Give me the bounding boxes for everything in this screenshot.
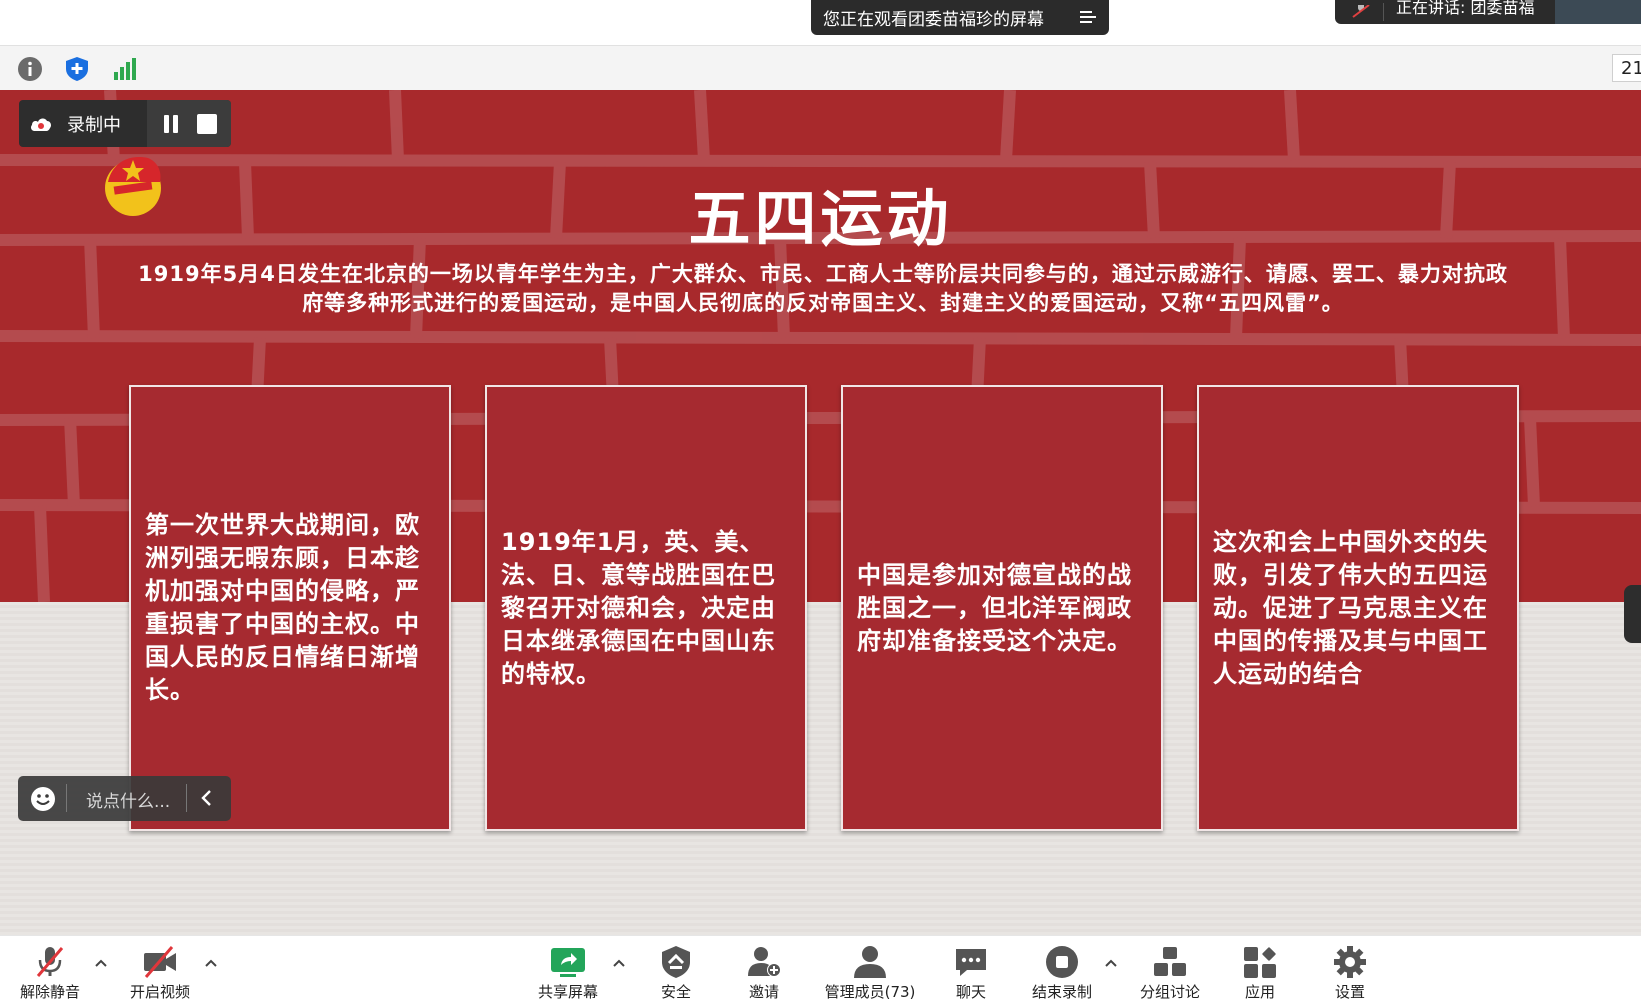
chevron-up-icon[interactable] bbox=[1104, 958, 1118, 968]
chat-button[interactable]: 聊天 bbox=[941, 936, 1001, 1002]
settings-button[interactable]: 设置 bbox=[1320, 936, 1380, 1002]
chevron-up-icon[interactable] bbox=[612, 958, 626, 968]
zoom-level[interactable]: 21 bbox=[1612, 54, 1641, 82]
chat-label: 聊天 bbox=[955, 983, 986, 1001]
history-card-4: 这次和会上中国外交的失败，引发了伟大的五四运动。促进了马克思主义在中国的传播及其… bbox=[1197, 385, 1519, 831]
emoji-icon[interactable] bbox=[30, 786, 56, 812]
divider bbox=[1383, 3, 1384, 21]
card-text: 1919年1月，英、美、法、日、意等战胜国在巴黎召开对德和会，决定由日本继承德国… bbox=[501, 527, 776, 688]
viewing-banner-text: 您正在观看团委苗福珍的屏幕 bbox=[823, 10, 1044, 30]
breakout-rooms-button[interactable]: 分组讨论 bbox=[1134, 936, 1206, 1002]
card-text: 中国是参加对德宣战的战胜国之一，但北洋军阀政府却准备接受这个决定。 bbox=[857, 560, 1132, 655]
divider bbox=[66, 784, 67, 812]
start-video-button[interactable]: 开启视频 bbox=[124, 936, 196, 1002]
video-off-icon bbox=[144, 946, 176, 978]
start-video-label: 开启视频 bbox=[129, 983, 190, 1001]
cloud-recording-icon bbox=[31, 117, 51, 131]
unmute-button[interactable]: 解除静音 bbox=[14, 936, 86, 1002]
history-card-3: 中国是参加对德宣战的战胜国之一，但北洋军阀政府却准备接受这个决定。 bbox=[841, 385, 1163, 831]
stop-record-icon bbox=[1046, 946, 1078, 978]
viewing-banner[interactable]: 您正在观看团委苗福珍的屏幕 bbox=[811, 0, 1109, 35]
recording-status: 录制中 bbox=[67, 114, 121, 136]
stop-recording-button[interactable] bbox=[197, 114, 217, 134]
chevron-left-icon[interactable] bbox=[200, 789, 214, 807]
card-text: 第一次世界大战期间，欧洲列强无暇东顾，日本趁机加强对中国的侵略，严重损害了中国的… bbox=[145, 511, 420, 704]
muted-mic-icon bbox=[1352, 5, 1370, 18]
security-label: 安全 bbox=[660, 983, 691, 1001]
share-screen-button[interactable]: 共享屏幕 bbox=[528, 936, 608, 1002]
active-speaker-label: 正在讲话: 团委苗福 bbox=[1396, 0, 1535, 17]
settings-label: 设置 bbox=[1334, 983, 1365, 1001]
invite-label: 邀请 bbox=[748, 983, 779, 1001]
card-text: 这次和会上中国外交的失败，引发了伟大的五四运动。促进了马克思主义在中国的传播及其… bbox=[1213, 527, 1488, 688]
breakout-label: 分组讨论 bbox=[1139, 983, 1200, 1001]
active-speaker-panel[interactable]: 正在讲话: 团委苗福 bbox=[1335, 0, 1641, 24]
invite-button[interactable]: 邀请 bbox=[734, 936, 794, 1002]
participants-button[interactable]: 管理成员(73) bbox=[818, 936, 922, 1002]
shared-screen: 五四运动 1919年5月4日发生在北京的一场以青年学生为主，广大群众、市民、工商… bbox=[0, 90, 1641, 935]
share-screen-icon bbox=[551, 948, 585, 977]
signal-strength-icon[interactable] bbox=[111, 56, 137, 82]
apps-grid-icon bbox=[1244, 947, 1276, 978]
slide-title: 五四运动 bbox=[688, 182, 953, 255]
history-card-2: 1919年1月，英、美、法、日、意等战胜国在巴黎召开对德和会，决定由日本继承德国… bbox=[485, 385, 807, 831]
comment-input[interactable]: 说点什么... bbox=[86, 787, 170, 812]
unmute-label: 解除静音 bbox=[19, 983, 80, 1001]
apps-label: 应用 bbox=[1244, 983, 1275, 1001]
end-recording-button[interactable]: 结束录制 bbox=[1026, 936, 1098, 1002]
breakout-rooms-icon bbox=[1154, 947, 1186, 976]
meeting-info-bar: 21 bbox=[0, 45, 1641, 91]
side-panel-toggle[interactable] bbox=[1624, 585, 1641, 643]
pause-recording-button[interactable] bbox=[161, 114, 181, 134]
recording-controls bbox=[147, 100, 231, 147]
info-icon[interactable] bbox=[17, 56, 43, 82]
shield-icon[interactable] bbox=[64, 56, 90, 82]
security-button[interactable]: 安全 bbox=[646, 936, 706, 1002]
meeting-toolbar: 解除静音 开启视频 共享屏幕 安全 邀请 管理成员(73) 聊天 结束录制 分组… bbox=[0, 935, 1641, 1002]
speaker-video-thumbnail[interactable] bbox=[1555, 0, 1641, 24]
security-shield-icon bbox=[662, 946, 690, 978]
top-bar: 您正在观看团委苗福珍的屏幕 正在讲话: 团委苗福 bbox=[0, 0, 1641, 45]
participants-label: 管理成员(73) bbox=[824, 983, 916, 1001]
history-card-1: 第一次世界大战期间，欧洲列强无暇东顾，日本趁机加强对中国的侵略，严重损害了中国的… bbox=[129, 385, 451, 831]
chevron-up-icon[interactable] bbox=[94, 958, 108, 968]
recording-indicator: 录制中 bbox=[19, 100, 231, 147]
gear-icon bbox=[1334, 946, 1366, 978]
apps-button[interactable]: 应用 bbox=[1230, 936, 1290, 1002]
participants-icon bbox=[854, 946, 886, 978]
slide-intro-text: 1919年5月4日发生在北京的一场以青年学生为主，广大群众、市民、工商人士等阶层… bbox=[138, 262, 1508, 315]
chat-bubble-icon bbox=[956, 949, 986, 976]
view-options-icon[interactable] bbox=[1079, 9, 1097, 25]
muted-microphone-icon bbox=[36, 947, 64, 977]
end-recording-label: 结束录制 bbox=[1031, 983, 1092, 1001]
add-user-icon bbox=[748, 947, 781, 977]
comment-box[interactable]: 说点什么... bbox=[18, 776, 231, 821]
chevron-up-icon[interactable] bbox=[204, 958, 218, 968]
share-screen-label: 共享屏幕 bbox=[537, 983, 598, 1001]
divider bbox=[186, 784, 187, 812]
